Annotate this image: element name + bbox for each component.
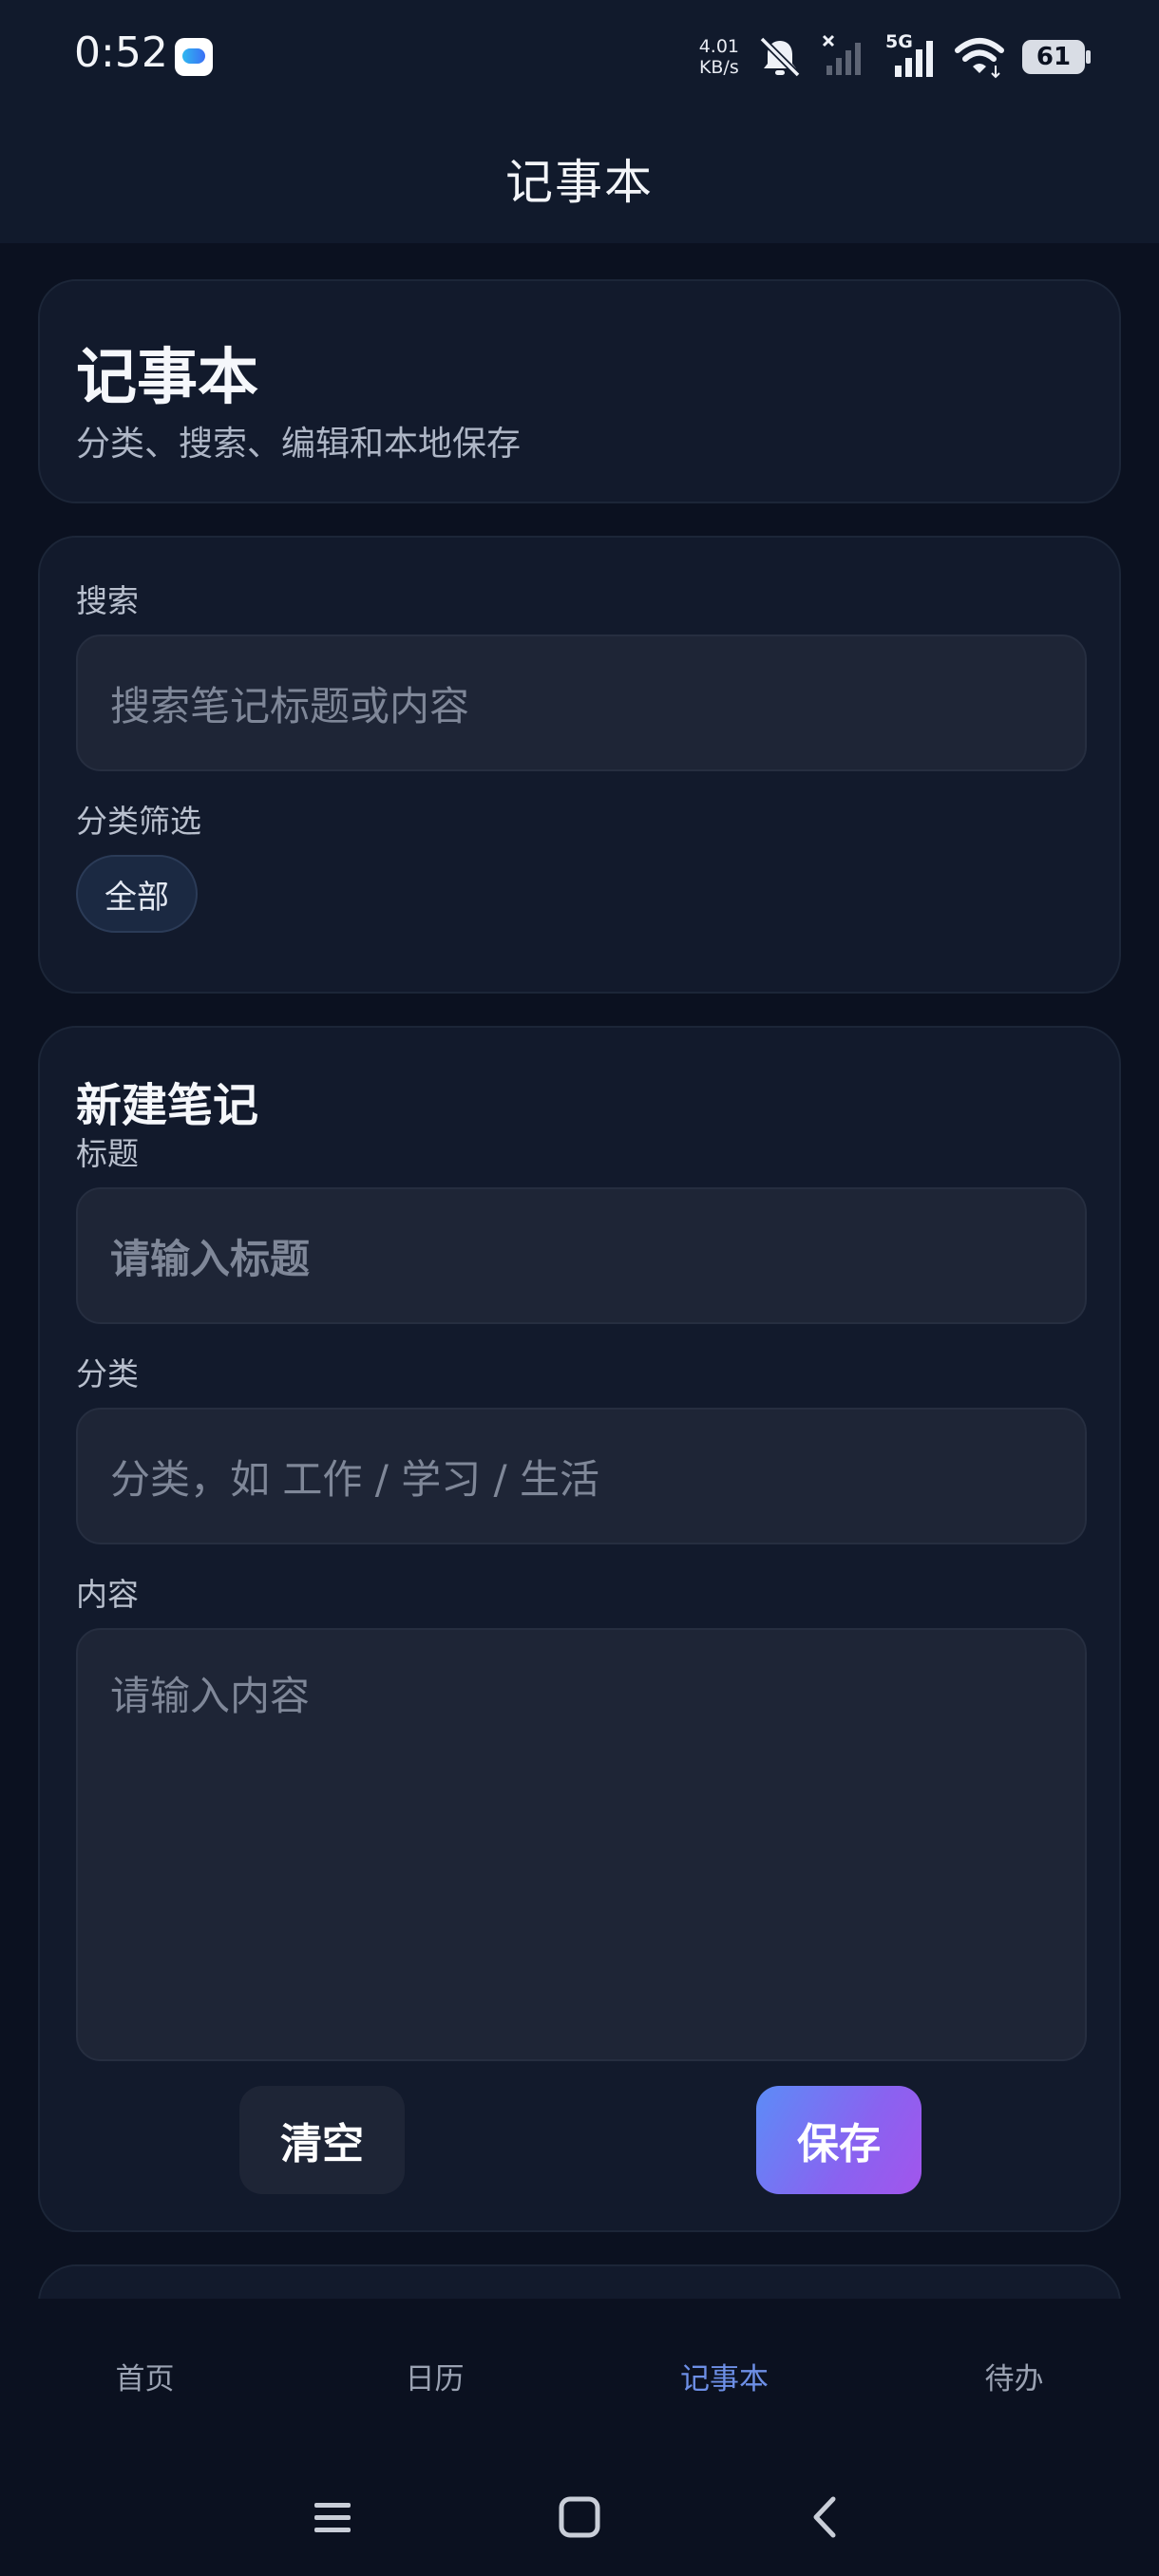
app-header: 记事本	[0, 114, 1159, 243]
new-note-card: 新建笔记 标题 请输入标题 分类 分类，如 工作 / 学习 / 生活 内容 请输…	[38, 1026, 1121, 2232]
signal-5g-icon: 5G	[885, 31, 937, 81]
search-label: 搜索	[76, 582, 139, 619]
nav-item-notes[interactable]: 记事本	[580, 2299, 869, 2453]
net-speed-unit: KB/s	[698, 57, 739, 78]
search-placeholder: 搜索笔记标题或内容	[110, 682, 470, 729]
category-chip-all[interactable]: 全部	[76, 855, 198, 933]
nav-item-todo[interactable]: 待办	[869, 2299, 1159, 2453]
note-content-textarea[interactable]: 请输入内容	[76, 1628, 1087, 2061]
nav-item-calendar[interactable]: 日历	[290, 2299, 580, 2453]
wifi-icon	[955, 38, 1004, 79]
status-icons: 4.01 KB/s 5G 61	[699, 28, 1091, 85]
nav-label: 记事本	[680, 2361, 769, 2396]
search-input[interactable]: 搜索笔记标题或内容	[76, 635, 1087, 771]
back-icon[interactable]	[788, 2479, 864, 2555]
title-placeholder: 请输入标题	[110, 1235, 311, 1282]
battery-level: 61	[1036, 43, 1072, 71]
battery-icon: 61	[1022, 40, 1091, 74]
nav-label: 首页	[115, 2361, 175, 2396]
note-category-input[interactable]: 分类，如 工作 / 学习 / 生活	[76, 1408, 1087, 1544]
hero-subtitle: 分类、搜索、编辑和本地保存	[76, 425, 522, 464]
clear-button[interactable]: 清空	[239, 2086, 405, 2194]
phone-screen: 0:52 4.01 KB/s 5G 61 记事本 记事本 分类、搜索、编辑和本地…	[0, 0, 1159, 2576]
category-label: 分类	[76, 1355, 139, 1392]
status-time: 0:52	[74, 28, 168, 77]
category-filter-label: 分类筛选	[76, 803, 201, 840]
menu-icon[interactable]	[294, 2479, 370, 2555]
nav-label: 待办	[984, 2361, 1044, 2396]
content-placeholder: 请输入内容	[110, 1673, 311, 1719]
nav-label: 日历	[405, 2361, 465, 2396]
bottom-nav: 首页 日历 记事本 待办	[0, 2299, 1159, 2453]
system-nav-bar	[0, 2453, 1159, 2576]
signal-off-icon	[822, 34, 861, 75]
status-bar: 0:52 4.01 KB/s 5G 61	[0, 0, 1159, 114]
home-icon[interactable]	[542, 2479, 618, 2555]
nav-item-home[interactable]: 首页	[0, 2299, 290, 2453]
note-title-input[interactable]: 请输入标题	[76, 1187, 1087, 1324]
new-note-title: 新建笔记	[76, 1079, 259, 1132]
hero-card: 记事本 分类、搜索、编辑和本地保存	[38, 279, 1121, 503]
page-title: 记事本	[505, 155, 654, 210]
net-speed-value: 4.01	[698, 36, 739, 57]
hero-title: 记事本	[76, 343, 258, 413]
title-label: 标题	[76, 1135, 139, 1172]
filter-card: 搜索 搜索笔记标题或内容 分类筛选 全部	[38, 536, 1121, 994]
cloud-app-icon	[175, 38, 213, 76]
category-placeholder: 分类，如 工作 / 学习 / 生活	[110, 1455, 600, 1503]
net-speed: 4.01 KB/s	[699, 36, 739, 78]
save-button[interactable]: 保存	[756, 2086, 922, 2194]
content-label: 内容	[76, 1576, 139, 1613]
bell-mute-icon	[759, 36, 801, 78]
chip-label: 全部	[104, 878, 169, 917]
